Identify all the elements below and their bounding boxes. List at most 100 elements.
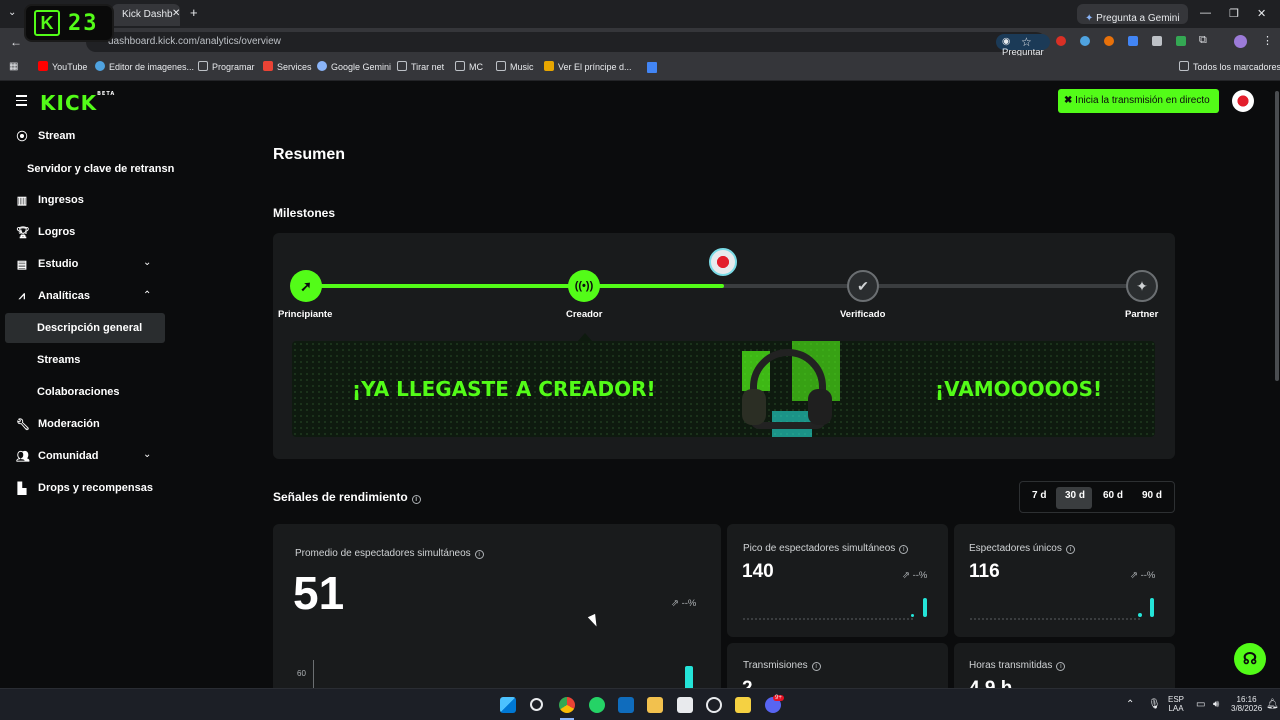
docs-icon[interactable] — [647, 62, 657, 73]
back-icon[interactable]: ← — [10, 35, 22, 49]
trend-arrow-icon: ⇗ — [902, 570, 913, 581]
services-icon — [263, 61, 273, 71]
info-icon[interactable]: i — [474, 550, 484, 559]
sidebar-item-collabs[interactable]: Colaboraciones — [37, 386, 120, 398]
headset-support-icon: ☊ — [1242, 651, 1258, 668]
bookmark-gemini[interactable]: Google Gemini — [317, 61, 391, 72]
milestone-label-creator: Creador — [566, 309, 603, 320]
obs-icon[interactable] — [706, 697, 722, 713]
tab-list-chevron-icon[interactable]: ⌄ — [8, 7, 16, 18]
extension-shield-icon[interactable] — [1152, 36, 1162, 46]
extension-wave-icon[interactable] — [1128, 36, 1138, 46]
chevron-down-icon[interactable]: ⌄ — [143, 257, 151, 268]
bookmark-tirar-net[interactable]: Tirar net — [397, 61, 444, 72]
folder-icon — [455, 61, 465, 71]
volume-icon[interactable]: 🔊︎ — [1213, 699, 1219, 710]
apps-grid-icon[interactable]: ▦ — [9, 61, 18, 72]
chevron-down-icon[interactable]: ⌄ — [143, 449, 151, 460]
unique-viewers-card: Espectadores únicos i 116 ⇗ --% — [954, 524, 1175, 637]
outlook-icon[interactable] — [618, 697, 634, 713]
sidebar-item-analytics[interactable]: ⩘ Analíticas — [16, 283, 90, 309]
kick-k-icon: K — [34, 10, 60, 36]
address-bar[interactable]: dashboard.kick.com/analytics/overview ◉ … — [86, 32, 1050, 69]
gemini-button[interactable]: ✦ Pregunta a Gemini — [1077, 4, 1188, 24]
discord-badge: 9+ — [773, 695, 784, 701]
sidebar-item-studio[interactable]: ▤ Estudio — [16, 251, 79, 277]
bookmark-principe[interactable]: Ver El príncipe d... — [544, 61, 632, 72]
chart-bar — [685, 666, 693, 688]
chevron-up-icon[interactable]: ⌃ — [143, 290, 151, 301]
browser-menu-icon[interactable]: ⋮ — [1262, 34, 1273, 47]
chart-icon: ▥ — [16, 194, 28, 207]
sidebar-item-drops[interactable]: ▙ Drops y recompensas — [16, 475, 153, 501]
sidebar-item-streams[interactable]: Streams — [37, 354, 80, 366]
support-chat-button[interactable]: ☊ — [1234, 643, 1266, 675]
info-icon[interactable]: i — [1056, 662, 1066, 671]
all-bookmarks[interactable]: Todos los marcadores — [1179, 61, 1280, 72]
card-title: Espectadores únicos i — [969, 543, 1075, 554]
unique-viewers-value: 116 — [969, 561, 1000, 582]
kick-logo[interactable]: KICKBETA — [40, 91, 115, 115]
bookmark-mc[interactable]: MC — [455, 61, 483, 72]
info-icon[interactable]: i — [1065, 545, 1075, 554]
bookmark-editor[interactable]: Editor de imagenes... — [95, 61, 194, 72]
y-axis-line — [313, 660, 314, 688]
clock[interactable]: 16:16 3/8/2026 — [1231, 695, 1262, 713]
milestone-progress-fill — [305, 284, 724, 288]
range-60d[interactable]: 60 d — [1103, 490, 1123, 501]
chrome-icon[interactable] — [559, 697, 575, 713]
restore-icon[interactable]: ❐ — [1229, 7, 1239, 20]
extension-orange-icon[interactable] — [1104, 36, 1114, 46]
sidebar-item-overview[interactable]: Descripción general — [37, 322, 142, 334]
trophy-icon: 🏆︎ — [16, 226, 30, 239]
sidebar-item-moderation[interactable]: 🔧︎ Moderación — [16, 411, 100, 437]
network-icon[interactable]: ▭ — [1196, 699, 1205, 710]
tray-chevron-icon[interactable]: ⌃ — [1126, 699, 1134, 710]
sparkline-bar — [923, 598, 927, 617]
extension-blue-icon[interactable] — [1080, 36, 1090, 46]
tab-close-icon[interactable]: ✕ — [172, 8, 180, 19]
info-icon[interactable]: i — [899, 545, 909, 554]
bookmark-youtube[interactable]: YouTube — [38, 61, 87, 72]
extension-adblock-icon[interactable] — [1056, 36, 1066, 46]
bookmark-services[interactable]: Services — [263, 61, 312, 72]
folder-icon — [397, 61, 407, 71]
extensions-puzzle-icon[interactable]: ⧉ — [1199, 34, 1207, 47]
range-90d[interactable]: 90 d — [1142, 490, 1162, 501]
tab-kick-dashboard[interactable]: Kick Dashb — [112, 4, 180, 26]
sidebar-item-income[interactable]: ▥ Ingresos — [16, 187, 84, 213]
card-title: Pico de espectadores simultáneos i — [743, 543, 909, 554]
input-language[interactable]: ESP LAA — [1168, 695, 1184, 713]
range-30d[interactable]: 30 d — [1065, 490, 1085, 501]
card-title: Horas transmitidas i — [969, 660, 1066, 671]
sidebar-item-achievements[interactable]: 🏆︎ Logros — [16, 219, 75, 245]
sidebar-item-community[interactable]: 👥︎ Comunidad — [16, 443, 99, 469]
minimize-icon[interactable]: — — [1200, 7, 1211, 19]
new-tab-icon[interactable]: + — [190, 5, 198, 20]
info-icon[interactable]: i — [411, 495, 421, 504]
close-window-icon[interactable]: ✕ — [1257, 7, 1266, 20]
sidebar-item-stream[interactable]: ⦿ Stream — [16, 123, 76, 149]
bookmark-music[interactable]: Music — [496, 61, 534, 72]
file-explorer-icon[interactable] — [647, 697, 663, 713]
sidebar-item-server-key[interactable]: Servidor y clave de retransn — [27, 163, 174, 175]
app-icon[interactable] — [735, 697, 751, 713]
bookmark-programar[interactable]: Programar — [198, 61, 255, 72]
search-icon[interactable] — [530, 698, 543, 711]
profile-avatar-icon[interactable] — [1234, 35, 1247, 48]
gemini-star-icon: ✦ — [1085, 13, 1097, 24]
windows-start-icon[interactable] — [500, 697, 516, 713]
trend-indicator: ⇗ --% — [671, 598, 697, 609]
page-scrollbar[interactable] — [1275, 91, 1279, 381]
store-icon[interactable] — [677, 697, 693, 713]
extension-green-icon[interactable] — [1176, 36, 1186, 46]
range-7d[interactable]: 7 d — [1032, 490, 1046, 501]
microphone-icon[interactable]: 🎙︎ — [1148, 699, 1161, 710]
whatsapp-icon[interactable] — [589, 697, 605, 713]
info-icon[interactable]: i — [811, 662, 821, 671]
menu-hamburger-icon[interactable] — [16, 95, 27, 109]
notifications-icon[interactable]: 🔔︎ — [1266, 699, 1279, 710]
user-avatar[interactable] — [1232, 90, 1254, 112]
bookmark-star-icon[interactable]: ☆ — [1021, 35, 1032, 49]
go-live-button[interactable]: ✖ Inicia la transmisión en directo — [1058, 89, 1219, 113]
